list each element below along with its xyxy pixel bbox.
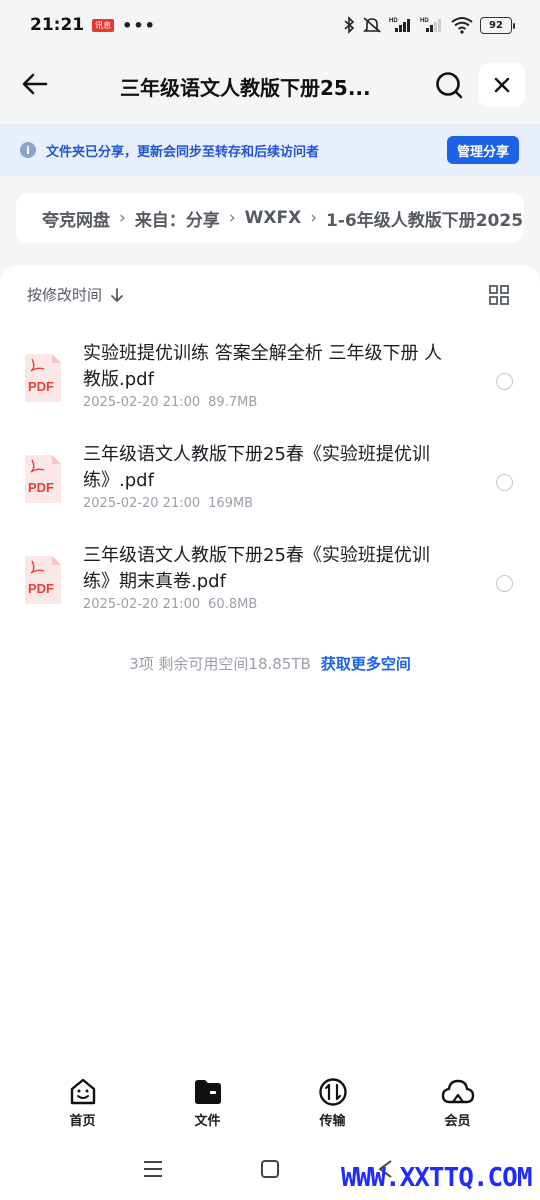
folder-icon bbox=[194, 1080, 221, 1104]
signal-1-icon: HD bbox=[389, 18, 410, 32]
sort-selector[interactable]: 按修改时间 bbox=[27, 284, 124, 305]
file-item[interactable]: PDF 三年级语文人教版下册25春《实验班提优训练》.pdf 2025-02-2… bbox=[0, 432, 540, 532]
pdf-file-icon: PDF bbox=[25, 455, 61, 503]
file-meta: 2025-02-20 21:00 169MB bbox=[83, 496, 253, 511]
wifi-icon bbox=[451, 17, 473, 34]
bottom-nav: 首页 文件 传输 会员 bbox=[0, 1065, 540, 1145]
page-title: 三年级语文人教版下册25... bbox=[120, 76, 371, 100]
search-icon bbox=[436, 72, 463, 99]
file-date: 2025-02-20 21:00 bbox=[83, 597, 201, 612]
svg-text:HD: HD bbox=[420, 18, 429, 24]
svg-text:HD: HD bbox=[389, 18, 398, 24]
breadcrumb-from-label: 来自： bbox=[134, 210, 186, 231]
grid-view-icon bbox=[489, 285, 509, 305]
more-notifications-icon: ••• bbox=[122, 15, 156, 35]
breadcrumb-item-share[interactable]: 分享 bbox=[186, 206, 220, 231]
breadcrumb-item-wxfx[interactable]: WXFX bbox=[245, 208, 302, 228]
share-banner: i 文件夹已分享，更新会同步至转存和后续访问者 管理分享 bbox=[0, 124, 540, 176]
file-item[interactable]: PDF 实验班提优训练 答案全解全析 三年级下册 人教版.pdf 2025-02… bbox=[0, 331, 540, 431]
nav-home[interactable]: 首页 bbox=[20, 1065, 145, 1145]
transfer-icon bbox=[318, 1078, 347, 1106]
select-radio[interactable] bbox=[496, 575, 513, 592]
pdf-file-icon: PDF bbox=[25, 354, 61, 402]
cloud-icon bbox=[441, 1079, 474, 1104]
file-date: 2025-02-20 21:00 bbox=[83, 395, 201, 410]
select-radio[interactable] bbox=[496, 474, 513, 491]
select-radio[interactable] bbox=[496, 373, 513, 390]
nav-label: 文件 bbox=[194, 1114, 221, 1129]
home-square-icon[interactable] bbox=[260, 1159, 280, 1179]
close-icon bbox=[494, 77, 510, 93]
arrow-down-icon bbox=[111, 287, 123, 302]
breadcrumb-item-current[interactable]: 1-6年级人教版下册2025 bbox=[326, 206, 523, 231]
file-size: 89.7MB bbox=[208, 395, 258, 410]
file-meta: 2025-02-20 21:00 60.8MB bbox=[83, 597, 257, 612]
get-more-space-link[interactable]: 获取更多空间 bbox=[321, 655, 411, 673]
grid-view-button[interactable] bbox=[488, 284, 510, 306]
storage-summary-text: 3项 剩余可用空间18.85TB bbox=[129, 655, 311, 673]
close-button[interactable] bbox=[479, 63, 525, 107]
chevron-right-icon: › bbox=[119, 208, 126, 228]
search-button[interactable] bbox=[432, 68, 466, 102]
status-icons: HD HD 92 bbox=[343, 16, 515, 34]
nav-label: 传输 bbox=[319, 1114, 346, 1129]
chevron-right-icon: › bbox=[310, 208, 318, 228]
storage-summary: 3项 剩余可用空间18.85TB 获取更多空间 bbox=[0, 653, 540, 674]
mute-bell-icon bbox=[363, 17, 381, 33]
nav-label: 会员 bbox=[444, 1114, 471, 1129]
battery-level: 92 bbox=[489, 19, 503, 31]
file-size: 169MB bbox=[208, 496, 254, 511]
breadcrumb-root[interactable]: 夸克网盘 bbox=[42, 206, 110, 231]
file-panel: 按修改时间 PDF 实验班提优训练 答案全解全析 三年级下册 人教版.pdf 2… bbox=[0, 265, 540, 1065]
home-smile-icon bbox=[70, 1078, 95, 1105]
nav-files[interactable]: 文件 bbox=[145, 1065, 270, 1145]
chevron-right-icon: › bbox=[228, 208, 236, 228]
back-button[interactable] bbox=[20, 68, 52, 100]
bluetooth-icon bbox=[344, 16, 355, 34]
clock: 21:21 bbox=[30, 15, 85, 35]
status-left: 21:21 讯息 ••• bbox=[30, 15, 156, 35]
pdf-icon-label: PDF bbox=[28, 480, 54, 495]
breadcrumb: 夸克网盘 › 来自： 分享 › WXFX › 1-6年级人教版下册2025 bbox=[16, 193, 524, 243]
pdf-file-icon: PDF bbox=[25, 556, 61, 604]
nav-transfer[interactable]: 传输 bbox=[270, 1065, 395, 1145]
pdf-icon-label: PDF bbox=[28, 379, 54, 394]
sort-label: 按修改时间 bbox=[27, 286, 103, 304]
nav-vip[interactable]: 会员 bbox=[395, 1065, 520, 1145]
file-size: 60.8MB bbox=[208, 597, 258, 612]
file-name: 实验班提优训练 答案全解全析 三年级下册 人教版.pdf bbox=[83, 343, 443, 390]
arrow-left-icon bbox=[22, 73, 48, 95]
status-bar: 21:21 讯息 ••• HD HD 92 bbox=[0, 0, 540, 50]
nav-label: 首页 bbox=[69, 1114, 96, 1129]
watermark: WWW.XXTTQ.COM bbox=[341, 1163, 532, 1193]
menu-icon[interactable] bbox=[143, 1159, 163, 1179]
info-icon: i bbox=[20, 142, 36, 158]
notification-badge-icon: 讯息 bbox=[92, 18, 115, 32]
file-date: 2025-02-20 21:00 bbox=[83, 496, 201, 511]
header: 三年级语文人教版下册25... bbox=[0, 50, 540, 120]
file-item[interactable]: PDF 三年级语文人教版下册25春《实验班提优训练》期末真卷.pdf 2025-… bbox=[0, 533, 540, 633]
battery-icon: 92 bbox=[480, 16, 515, 34]
file-meta: 2025-02-20 21:00 89.7MB bbox=[83, 395, 257, 410]
file-name: 三年级语文人教版下册25春《实验班提优训练》期末真卷.pdf bbox=[83, 545, 430, 592]
signal-2-icon: HD bbox=[420, 18, 441, 32]
pdf-icon-label: PDF bbox=[28, 581, 54, 596]
file-name: 三年级语文人教版下册25春《实验班提优训练》.pdf bbox=[83, 444, 430, 491]
manage-share-button[interactable]: 管理分享 bbox=[446, 136, 519, 164]
share-banner-text: 文件夹已分享，更新会同步至转存和后续访问者 bbox=[46, 144, 320, 160]
